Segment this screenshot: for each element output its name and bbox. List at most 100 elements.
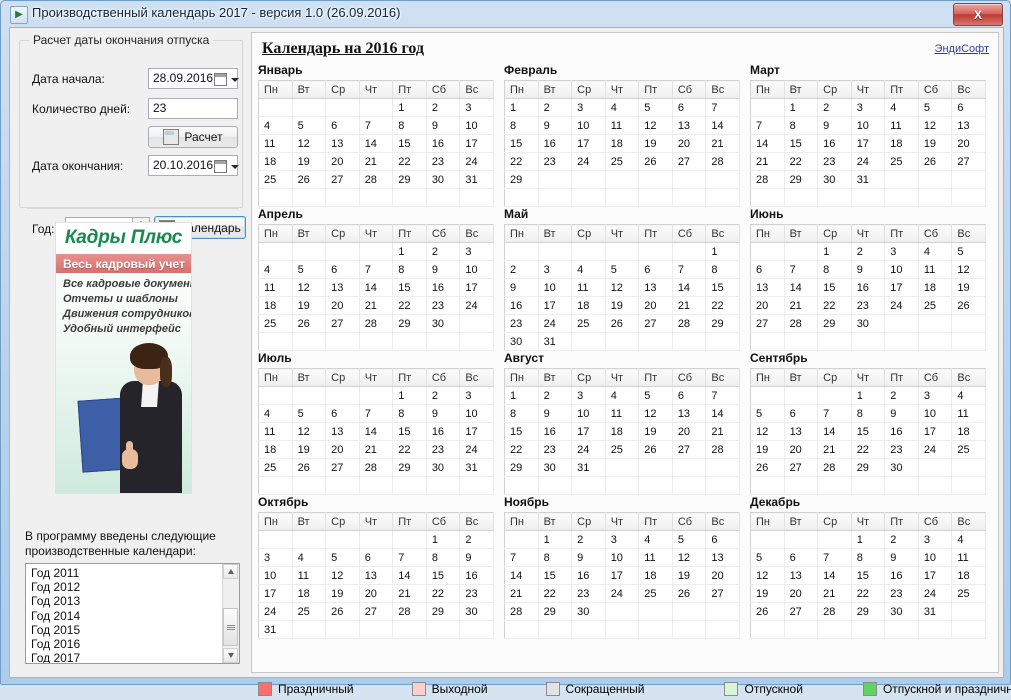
day-cell[interactable]: 13 [638,278,673,297]
day-cell[interactable]: 21 [817,440,852,459]
day-cell[interactable]: 20 [638,296,673,315]
day-cell[interactable]: 11 [605,404,640,423]
day-cell[interactable]: 21 [359,296,394,315]
day-cell[interactable]: 18 [571,296,606,315]
end-date-picker-button[interactable] [214,157,244,176]
day-cell[interactable]: 26 [951,296,986,315]
day-cell[interactable]: 18 [605,422,640,441]
day-cell[interactable]: 24 [258,602,293,621]
day-cell[interactable]: 29 [504,170,539,189]
day-cell[interactable]: 2 [426,242,461,261]
day-cell[interactable]: 3 [571,98,606,117]
day-cell[interactable]: 9 [884,404,919,423]
day-cell[interactable]: 31 [459,458,494,477]
day-cell[interactable]: 22 [705,296,740,315]
day-cell[interactable]: 5 [750,548,785,567]
day-cell[interactable]: 2 [884,386,919,405]
day-cell[interactable]: 8 [392,260,427,279]
day-cell[interactable]: 11 [951,404,986,423]
day-cell[interactable]: 26 [750,602,785,621]
day-cell[interactable]: 4 [605,386,640,405]
day-cell[interactable]: 18 [258,296,293,315]
day-cell[interactable]: 1 [504,386,539,405]
list-item[interactable]: Год 2017 [26,651,239,663]
day-cell[interactable]: 5 [750,404,785,423]
day-cell[interactable]: 13 [951,116,986,135]
day-cell[interactable]: 31 [918,602,953,621]
day-cell[interactable]: 22 [392,440,427,459]
day-cell[interactable]: 23 [817,152,852,171]
day-cell[interactable]: 19 [951,278,986,297]
day-cell[interactable]: 2 [426,98,461,117]
day-cell[interactable]: 1 [392,242,427,261]
day-cell[interactable]: 16 [459,566,494,585]
day-cell[interactable]: 15 [392,278,427,297]
close-button[interactable]: X [953,3,1003,26]
day-cell[interactable]: 23 [426,440,461,459]
day-cell[interactable]: 11 [258,134,293,153]
day-cell[interactable]: 13 [325,134,360,153]
day-cell[interactable]: 27 [638,314,673,333]
day-cell[interactable]: 10 [459,116,494,135]
day-cell[interactable]: 16 [817,134,852,153]
day-cell[interactable]: 6 [750,260,785,279]
day-cell[interactable]: 1 [426,530,461,549]
day-cell[interactable]: 26 [292,314,327,333]
day-cell[interactable]: 18 [638,566,673,585]
day-cell[interactable]: 24 [605,584,640,603]
day-cell[interactable]: 27 [705,584,740,603]
day-cell[interactable]: 21 [705,422,740,441]
day-cell[interactable]: 9 [504,278,539,297]
day-cell[interactable]: 14 [705,116,740,135]
day-cell[interactable]: 9 [571,548,606,567]
day-cell[interactable]: 24 [538,314,573,333]
day-cell[interactable]: 30 [851,314,886,333]
day-cell[interactable]: 7 [504,548,539,567]
day-cell[interactable]: 20 [672,422,707,441]
day-cell[interactable]: 12 [605,278,640,297]
day-cell[interactable]: 16 [571,566,606,585]
day-cell[interactable]: 30 [884,602,919,621]
day-cell[interactable]: 3 [459,242,494,261]
day-cell[interactable]: 6 [638,260,673,279]
day-cell[interactable]: 4 [292,548,327,567]
day-cell[interactable]: 28 [359,170,394,189]
day-cell[interactable]: 6 [705,530,740,549]
day-cell[interactable]: 2 [538,98,573,117]
day-cell[interactable]: 19 [605,296,640,315]
day-cell[interactable]: 23 [884,440,919,459]
day-cell[interactable]: 27 [784,602,819,621]
day-cell[interactable]: 3 [918,530,953,549]
day-cell[interactable]: 30 [538,458,573,477]
kadry-plus-banner[interactable]: Кадры Плюс Весь кадровый учет Все кадров… [55,222,192,494]
day-cell[interactable]: 15 [392,134,427,153]
day-cell[interactable]: 10 [851,116,886,135]
day-cell[interactable]: 5 [325,548,360,567]
day-cell[interactable]: 2 [571,530,606,549]
day-cell[interactable]: 19 [750,584,785,603]
day-cell[interactable]: 21 [359,152,394,171]
day-cell[interactable]: 5 [292,404,327,423]
day-cell[interactable]: 2 [884,530,919,549]
day-cell[interactable]: 9 [459,548,494,567]
day-cell[interactable]: 14 [359,278,394,297]
day-cell[interactable]: 5 [292,260,327,279]
day-cell[interactable]: 23 [459,584,494,603]
day-cell[interactable]: 23 [426,296,461,315]
day-cell[interactable]: 29 [851,602,886,621]
day-cell[interactable]: 7 [705,98,740,117]
day-cell[interactable]: 17 [605,566,640,585]
day-cell[interactable]: 15 [392,422,427,441]
day-cell[interactable]: 19 [672,566,707,585]
day-cell[interactable]: 27 [325,458,360,477]
day-cell[interactable]: 26 [750,458,785,477]
day-cell[interactable]: 7 [705,386,740,405]
day-cell[interactable]: 22 [538,584,573,603]
day-cell[interactable]: 20 [951,134,986,153]
day-cell[interactable]: 19 [638,422,673,441]
day-cell[interactable]: 30 [426,170,461,189]
day-cell[interactable]: 21 [705,134,740,153]
day-cell[interactable]: 23 [538,152,573,171]
day-cell[interactable]: 25 [605,152,640,171]
day-cell[interactable]: 9 [884,548,919,567]
